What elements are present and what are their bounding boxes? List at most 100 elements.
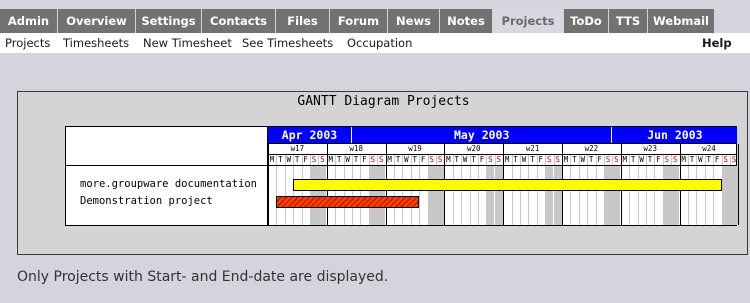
weekend-column — [604, 166, 612, 225]
day-letter: S — [496, 155, 502, 164]
header-bottom-line — [66, 165, 736, 166]
day-letter: S — [429, 155, 434, 164]
day-letter: F — [656, 155, 661, 164]
subnav-projects[interactable]: Projects — [5, 36, 50, 50]
footnote: Only Projects with Start- and End-date a… — [17, 269, 389, 285]
main-tab-bar: Admin Overview Settings Contacts Files Forum N… — [0, 9, 715, 33]
month-header: Jun 2003 — [612, 127, 738, 143]
week-header: w17 — [290, 144, 305, 153]
day-letter: T — [412, 155, 418, 164]
header-separator — [268, 143, 736, 144]
day-letter: F — [303, 155, 308, 164]
day-letter: T — [395, 155, 401, 164]
tab-overview[interactable]: Overview — [58, 9, 136, 33]
subnav-see-timesheets[interactable]: See Timesheets — [242, 36, 333, 50]
day-letter: W — [580, 155, 586, 164]
day-letter: S — [723, 155, 728, 164]
tab-tts[interactable]: TTS — [609, 9, 648, 33]
weekend-column — [671, 166, 680, 225]
tab-forum[interactable]: Forum — [330, 9, 388, 33]
weekend-column — [494, 166, 503, 225]
tab-projects[interactable]: Projects — [493, 9, 564, 33]
day-letter: T — [588, 155, 594, 164]
day-letter: T — [689, 155, 695, 164]
day-letter: M — [269, 155, 275, 164]
sub-navigation: Projects Timesheets New Timesheet See Ti… — [0, 33, 750, 53]
week-header: w19 — [408, 144, 422, 153]
tab-contacts[interactable]: Contacts — [202, 9, 276, 33]
day-letter: W — [639, 155, 644, 164]
header-separator — [268, 154, 736, 155]
week-header: w21 — [525, 144, 540, 153]
day-letter: F — [362, 155, 367, 164]
tab-todo[interactable]: ToDo — [564, 9, 609, 33]
tab-admin[interactable]: Admin — [0, 9, 58, 33]
weekend-column — [427, 166, 436, 225]
day-letter: T — [513, 155, 518, 164]
day-letter: M — [681, 155, 686, 164]
help-link[interactable]: Help — [702, 36, 732, 50]
weekend-column — [545, 166, 554, 225]
month-header: Apr 2003 — [268, 127, 351, 143]
gantt-title: GANTT Diagram Projects — [297, 94, 470, 109]
day-letter: S — [320, 155, 325, 164]
day-letter: M — [328, 155, 334, 164]
tab-webmail[interactable]: Webmail — [648, 9, 715, 33]
day-letter: W — [462, 155, 468, 164]
weekend-column — [486, 166, 495, 225]
day-letter: T — [572, 155, 577, 164]
day-letter: M — [446, 155, 451, 164]
day-letter: W — [345, 155, 350, 164]
project-bar[interactable] — [293, 179, 722, 191]
day-letter: W — [521, 155, 527, 164]
weekend-column — [730, 166, 738, 225]
subnav-timesheets[interactable]: Timesheets — [63, 36, 129, 50]
day-letter: F — [538, 155, 544, 164]
weekend-column — [721, 166, 730, 225]
tab-files[interactable]: Files — [276, 9, 330, 33]
day-letter: M — [622, 155, 628, 164]
day-letter: M — [504, 155, 510, 164]
day-letter: M — [387, 155, 392, 164]
weekend-column — [436, 166, 444, 225]
day-letter: S — [311, 155, 317, 164]
gantt-grid: Apr 2003 May 2003 Jun 2003 M T W T F S S M T W T F S S M T… — [65, 126, 740, 226]
day-letter: T — [630, 155, 636, 164]
week-divider — [738, 144, 740, 225]
project-bar[interactable] — [276, 196, 420, 208]
day-letter: T — [294, 155, 300, 164]
project-label[interactable]: more.groupware documentation — [80, 178, 257, 190]
day-letter: T — [336, 155, 342, 164]
week-header: w18 — [349, 144, 363, 153]
day-letter: T — [471, 155, 476, 164]
gantt-panel: GANTT Diagram Projects Apr 2003 May 2003 J… — [17, 91, 748, 255]
day-letter: S — [546, 155, 552, 164]
day-letter: F — [714, 155, 720, 164]
tab-news[interactable]: News — [388, 9, 440, 33]
project-label-column — [66, 127, 268, 225]
subnav-new-timesheet[interactable]: New Timesheet — [143, 36, 232, 50]
day-letter: F — [597, 155, 602, 164]
day-letter: S — [555, 155, 560, 164]
day-letter: T — [278, 155, 283, 164]
tab-notes[interactable]: Notes — [440, 9, 493, 33]
top-navigation: Admin Overview Settings Contacts Files Forum N… — [0, 0, 750, 33]
week-divider — [268, 144, 269, 225]
day-letter: S — [437, 155, 443, 164]
week-header: w24 — [702, 144, 716, 153]
project-label[interactable]: Demonstration project — [80, 195, 213, 207]
day-letter: T — [647, 155, 653, 164]
month-header: May 2003 — [352, 127, 612, 143]
subnav-occupation[interactable]: Occupation — [347, 36, 412, 50]
day-letter: F — [479, 155, 485, 164]
day-letter: S — [672, 155, 678, 164]
day-letter: S — [731, 155, 737, 164]
day-letter: S — [664, 155, 670, 164]
weekend-column — [553, 166, 562, 225]
tab-settings[interactable]: Settings — [136, 9, 202, 33]
day-letter: S — [614, 155, 619, 164]
weekend-column — [612, 166, 621, 225]
day-letter: S — [378, 155, 384, 164]
day-letter: W — [404, 155, 409, 164]
day-letter: W — [286, 155, 292, 164]
